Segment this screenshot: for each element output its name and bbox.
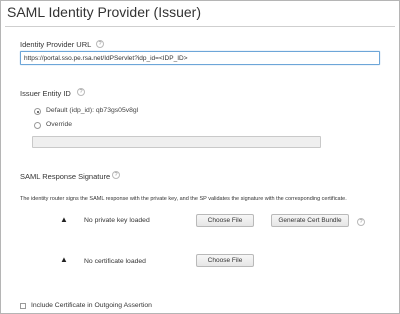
override-option-label[interactable]: Override: [46, 121, 72, 128]
private-key-status: No private key loaded: [84, 217, 150, 224]
help-icon[interactable]: ?: [112, 171, 120, 179]
default-radio[interactable]: [34, 108, 41, 115]
choose-private-key-button[interactable]: Choose File: [196, 214, 254, 227]
help-icon[interactable]: ?: [77, 88, 85, 96]
override-radio[interactable]: [34, 122, 41, 129]
choose-certificate-button[interactable]: Choose File: [196, 254, 254, 267]
help-icon[interactable]: ?: [96, 40, 104, 48]
help-icon[interactable]: ?: [357, 218, 365, 226]
title-divider: [5, 26, 395, 27]
page-title: SAML Identity Provider (Issuer): [7, 4, 201, 20]
override-input[interactable]: [32, 136, 321, 148]
warning-icon: ▲: [60, 215, 68, 224]
saml-response-description: The identity router signs the SAML respo…: [20, 196, 347, 202]
saml-response-label: SAML Response Signature: [20, 172, 111, 181]
include-certificate-checkbox[interactable]: [20, 303, 26, 309]
generate-cert-bundle-button[interactable]: Generate Cert Bundle: [271, 214, 349, 227]
certificate-status: No certificate loaded: [84, 258, 146, 265]
issuer-entity-label: Issuer Entity ID: [20, 89, 71, 98]
include-certificate-label[interactable]: Include Certificate in Outgoing Assertio…: [31, 302, 152, 309]
default-option-label[interactable]: Default (idp_id): qb73gs05v8gl: [46, 107, 138, 114]
idp-url-input[interactable]: [20, 51, 380, 65]
warning-icon: ▲: [60, 255, 68, 264]
idp-url-label: Identity Provider URL: [20, 40, 92, 49]
